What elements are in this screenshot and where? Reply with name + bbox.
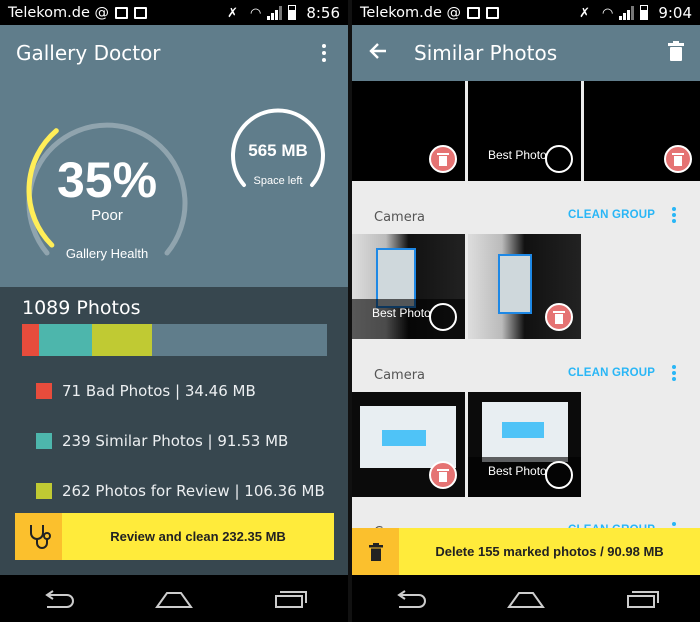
clean-group-button[interactable]: CLEAN GROUP [568, 209, 655, 221]
status-bar: Telekom.de @ ✗ ◠ 9:04 [352, 0, 700, 25]
group-title: Camera [374, 368, 426, 383]
recents-nav-icon[interactable] [622, 584, 662, 614]
trash-icon[interactable] [668, 40, 684, 66]
home-nav-icon[interactable] [506, 584, 546, 614]
carrier-label: Telekom.de @ [360, 4, 461, 21]
photo-groups-list[interactable]: Best Photo Camera CLEAN GROUP Best Photo… [352, 81, 700, 575]
delete-marked-label: Delete 155 marked photos / 90.98 MB [435, 544, 664, 559]
photo-thumbnail[interactable] [468, 234, 581, 339]
trash-icon [352, 528, 399, 575]
group-title: Camera [374, 210, 426, 225]
mail-icon [133, 6, 147, 19]
clean-group-button[interactable]: CLEAN GROUP [568, 367, 655, 379]
photo-summary: 1089 Photos 71 Bad Photos | 34.46 MB 239… [0, 287, 348, 575]
delete-mark-icon[interactable] [664, 145, 692, 173]
back-nav-icon[interactable] [38, 584, 78, 614]
stethoscope-icon [15, 513, 62, 560]
clock: 8:56 [306, 3, 340, 22]
photos-count: 1089 Photos [22, 297, 141, 319]
review-photos-segment [92, 324, 152, 356]
app-bar: Similar Photos [352, 25, 700, 81]
carrier-label: Telekom.de @ [8, 4, 109, 21]
photo-thumbnail[interactable]: Best Photo [352, 234, 465, 339]
mail-icon [485, 6, 499, 19]
gallery-doctor-screen: Telekom.de @ ✗ ◠ 8:56 Gallery Doctor 35%… [0, 0, 348, 622]
navigation-bar [352, 575, 700, 622]
photo-thumbnail[interactable] [352, 392, 465, 497]
photo-breakdown-bar [22, 324, 327, 356]
legend-label: 71 Bad Photos | 34.46 MB [62, 382, 256, 400]
legend-review-photos[interactable]: 262 Photos for Review | 106.36 MB [36, 482, 325, 500]
photo-thumbnail[interactable]: Best Photo [468, 392, 581, 497]
vibrate-icon: ✗ [227, 5, 238, 20]
legend-similar-photos[interactable]: 239 Similar Photos | 91.53 MB [36, 432, 288, 450]
health-caption: Gallery Health [65, 246, 149, 261]
app-title: Gallery Doctor [16, 41, 161, 65]
review-clean-label: Review and clean 232.35 MB [110, 529, 286, 544]
signal-icon [267, 5, 283, 20]
delete-mark-icon[interactable] [429, 145, 457, 173]
page-title: Similar Photos [414, 41, 558, 65]
image-icon [466, 6, 480, 19]
delete-mark-icon[interactable] [429, 461, 457, 489]
app-bar: Gallery Doctor [0, 25, 348, 81]
recents-nav-icon[interactable] [270, 584, 310, 614]
review-clean-button[interactable]: Review and clean 232.35 MB [15, 513, 334, 560]
legend-swatch [36, 383, 52, 399]
arrow-back-icon[interactable] [368, 41, 388, 66]
navigation-bar [0, 575, 348, 622]
legend-label: 239 Similar Photos | 91.53 MB [62, 432, 289, 450]
legend-label: 262 Photos for Review | 106.36 MB [62, 482, 325, 500]
battery-icon [640, 5, 649, 20]
home-nav-icon[interactable] [154, 584, 194, 614]
bad-photos-segment [22, 324, 39, 356]
sync-icon [114, 6, 128, 19]
legend-swatch [36, 483, 52, 499]
legend-swatch [36, 433, 52, 449]
signal-icon [619, 5, 635, 20]
health-panel: Gallery Doctor 35% Poor Gallery Health 5… [0, 25, 348, 287]
group-overflow-icon[interactable] [672, 365, 676, 381]
select-circle[interactable] [545, 461, 573, 489]
health-gauge-label: 35% Poor Gallery Health [22, 155, 192, 261]
space-left-value: 565 MB [248, 141, 308, 160]
wifi-icon: ◠ [601, 5, 614, 20]
legend-bad-photos[interactable]: 71 Bad Photos | 34.46 MB [36, 382, 256, 400]
overflow-menu-icon[interactable] [316, 44, 332, 62]
health-percent: 35% [56, 152, 158, 208]
space-left-caption: Space left [253, 175, 303, 187]
status-bar: Telekom.de @ ✗ ◠ 8:56 [0, 0, 348, 25]
clock: 9:04 [658, 3, 692, 22]
similar-photos-segment [38, 324, 93, 356]
photo-thumbnail[interactable] [584, 81, 700, 181]
select-circle[interactable] [545, 145, 573, 173]
select-circle[interactable] [429, 303, 457, 331]
group-overflow-icon[interactable] [672, 207, 676, 223]
battery-icon [288, 5, 297, 20]
back-nav-icon[interactable] [390, 584, 430, 614]
delete-marked-button[interactable]: Delete 155 marked photos / 90.98 MB [352, 528, 700, 575]
health-rating: Poor [91, 207, 123, 224]
space-gauge-label: 565 MB Space left [228, 141, 328, 187]
photo-thumbnail[interactable]: Best Photo [468, 81, 581, 181]
similar-photos-screen: Telekom.de @ ✗ ◠ 9:04 Similar Photos Bes… [352, 0, 700, 622]
vibrate-icon: ✗ [579, 5, 590, 20]
wifi-icon: ◠ [249, 5, 262, 20]
delete-mark-icon[interactable] [545, 303, 573, 331]
photo-thumbnail[interactable] [352, 81, 465, 181]
